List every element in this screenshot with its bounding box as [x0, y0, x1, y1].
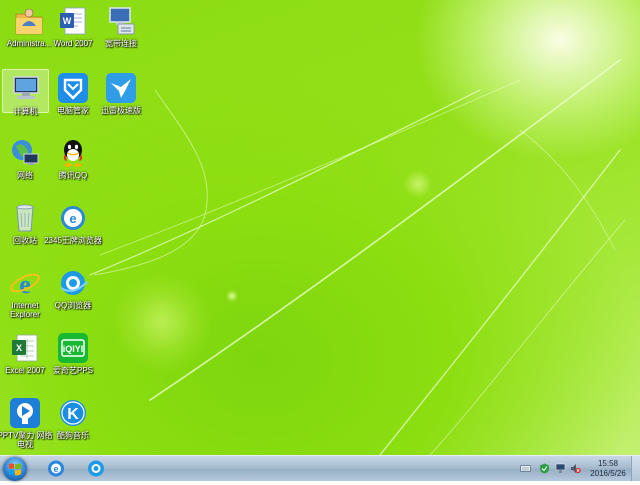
- svg-text:W: W: [63, 16, 72, 26]
- broadband-icon: [104, 4, 138, 38]
- qq-browser-icon: [56, 266, 90, 300]
- icon-label: 迅雷极速版: [101, 106, 141, 115]
- icon-label: 爱奇艺PPS: [52, 366, 93, 375]
- desktop-icon-thunder[interactable]: 迅雷极速版: [92, 69, 150, 115]
- browser-2345-icon: e: [56, 201, 90, 235]
- icon-label: 宽带连接: [105, 39, 137, 48]
- desktop-icon-kugou[interactable]: K 酷狗音乐: [44, 394, 102, 440]
- taskbar-pinned-ie[interactable]: e: [36, 457, 76, 480]
- icon-label: 腾讯QQ: [58, 171, 88, 180]
- svg-text:iQIYI: iQIYI: [63, 344, 84, 354]
- desktop-icon-broadband[interactable]: 宽带连接: [92, 2, 150, 48]
- show-desktop-button[interactable]: [631, 456, 640, 481]
- svg-text:X: X: [16, 343, 22, 353]
- icon-label: QQ浏览器: [54, 301, 92, 310]
- clock-time: 15:58: [597, 459, 619, 468]
- desktop-icon-qq[interactable]: 腾讯QQ: [44, 134, 102, 180]
- taskbar-pinned-qq-browser[interactable]: [76, 457, 116, 480]
- qq-browser-icon: [88, 460, 104, 477]
- network-icon[interactable]: [555, 463, 566, 474]
- desktop-icon-2345-browser[interactable]: e 2345王牌浏览器: [44, 199, 102, 245]
- user-folder-icon: [12, 4, 46, 38]
- start-orb-icon: [9, 463, 21, 476]
- taskbar: e 15:58 2016/5/26: [0, 455, 640, 481]
- svg-text:K: K: [67, 406, 79, 423]
- keyboard-icon[interactable]: [520, 463, 531, 474]
- svg-text:e: e: [53, 464, 58, 474]
- network-icon: [8, 136, 42, 170]
- ie-icon: e: [48, 460, 64, 477]
- volume-muted-icon[interactable]: [570, 463, 581, 474]
- desktop-icon-computer[interactable]: 计算机: [2, 69, 49, 116]
- start-button[interactable]: [3, 457, 27, 481]
- recycle-bin-icon: [8, 201, 42, 235]
- word-icon: W: [56, 4, 90, 38]
- ie-icon: e: [8, 266, 42, 300]
- qq-icon: [56, 136, 90, 170]
- clock-date: 2016/5/26: [590, 469, 626, 478]
- computer-icon: [9, 72, 43, 106]
- thunder-icon: [104, 71, 138, 105]
- icon-label: 酷狗音乐: [57, 431, 89, 440]
- kugou-icon: K: [56, 396, 90, 430]
- svg-text:e: e: [69, 211, 76, 226]
- security-icon[interactable]: [539, 463, 550, 474]
- desktop: Administra... W Word 2007 宽带连接 计算机 电脑管家 …: [0, 0, 640, 455]
- pc-manager-icon: [56, 71, 90, 105]
- desktop-icon-qq-browser[interactable]: QQ浏览器: [44, 264, 102, 310]
- iqiyi-icon: iQIYI: [56, 331, 90, 365]
- excel-icon: X: [8, 331, 42, 365]
- system-clock[interactable]: 15:58 2016/5/26: [586, 459, 630, 479]
- pptv-icon: [8, 396, 42, 430]
- desktop-icon-iqiyi[interactable]: iQIYI 爱奇艺PPS: [44, 329, 102, 375]
- icon-label: 2345王牌浏览器: [44, 236, 102, 245]
- icon-label: 计算机: [13, 107, 38, 116]
